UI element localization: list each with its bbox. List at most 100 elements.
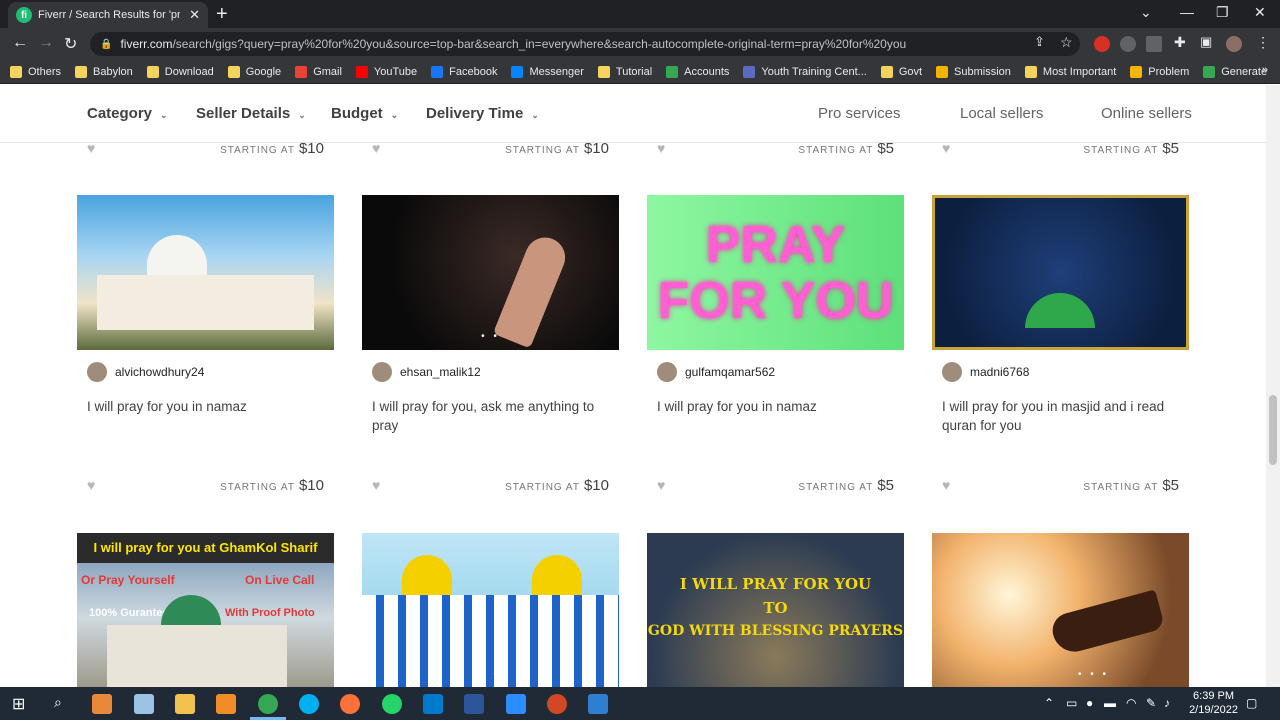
tray-device-icon[interactable]: ▭: [1066, 696, 1077, 710]
gig-thumbnail[interactable]: [932, 195, 1189, 350]
bookmark-item[interactable]: YouTube: [355, 65, 417, 78]
bookmark-item[interactable]: Download: [146, 65, 214, 78]
scrollbar-thumb[interactable]: [1269, 395, 1277, 465]
browser-tab[interactable]: fi Fiverr / Search Results for 'pray fo …: [8, 2, 208, 28]
avatar[interactable]: [942, 362, 962, 382]
filter-delivery-time[interactable]: Delivery Time ⌄: [426, 105, 539, 122]
tab-search-icon[interactable]: ⌄: [1140, 4, 1152, 21]
share-icon[interactable]: ⇪: [1034, 34, 1045, 50]
bookmark-item[interactable]: Most Important: [1024, 65, 1116, 78]
bookmark-star-icon[interactable]: ☆: [1060, 34, 1073, 51]
file-explorer-icon[interactable]: [175, 694, 195, 714]
skype-icon[interactable]: [299, 694, 319, 714]
gig-card[interactable]: • • ehsan_malik12 I will pray for you, ask…: [362, 195, 619, 515]
seller-name[interactable]: gulfamqamar562: [685, 365, 775, 379]
extension-circle-icon[interactable]: [1120, 36, 1136, 52]
back-icon[interactable]: ←: [12, 34, 28, 52]
powerpoint-icon[interactable]: [547, 694, 567, 714]
avatar[interactable]: [87, 362, 107, 382]
maximize-icon[interactable]: ❐: [1216, 4, 1229, 21]
forward-icon[interactable]: →: [38, 34, 54, 52]
close-window-icon[interactable]: ✕: [1254, 4, 1266, 21]
gig-card[interactable]: madni6768 I will pray for you in masjid a…: [932, 195, 1189, 515]
filter-budget[interactable]: Budget ⌄: [331, 105, 398, 122]
bookmark-item[interactable]: Submission: [936, 65, 1011, 78]
battery-icon[interactable]: ▬: [1104, 696, 1116, 710]
sublime-icon[interactable]: [216, 694, 236, 714]
reload-icon[interactable]: ↻: [64, 34, 77, 54]
bookmark-item[interactable]: Babylon: [75, 65, 133, 78]
gig-title[interactable]: I will pray for you in masjid and i read…: [942, 397, 1177, 435]
favorite-heart-icon[interactable]: ♥: [372, 477, 380, 493]
gig-thumbnail[interactable]: PRAY FOR YOU: [647, 195, 904, 350]
extension-red-icon[interactable]: [1094, 36, 1110, 52]
seller-info[interactable]: alvichowdhury24: [87, 362, 204, 382]
toggle-online-sellers[interactable]: Online sellers: [1101, 105, 1192, 122]
chrome-icon[interactable]: [258, 694, 278, 714]
bookmark-item[interactable]: Messenger: [511, 65, 584, 78]
profile-avatar[interactable]: [1226, 36, 1242, 52]
bookmark-item[interactable]: Google: [227, 65, 281, 78]
microphone-icon[interactable]: ●: [1086, 696, 1093, 710]
pen-icon[interactable]: ✎: [1146, 696, 1156, 710]
notifications-icon[interactable]: ▢: [1246, 696, 1257, 710]
filter-category[interactable]: Category ⌄: [87, 105, 168, 122]
app-icon[interactable]: [92, 694, 112, 714]
bookmark-item[interactable]: Accounts: [666, 65, 729, 78]
seller-name[interactable]: alvichowdhury24: [115, 365, 204, 379]
zoom-icon[interactable]: [506, 694, 526, 714]
windows-start-icon[interactable]: ⊞: [12, 694, 25, 714]
bookmark-item[interactable]: Youth Training Cent...: [743, 65, 867, 78]
carousel-dots[interactable]: • •: [362, 331, 619, 342]
word-icon[interactable]: [464, 694, 484, 714]
toggle-local-sellers[interactable]: Local sellers: [960, 105, 1043, 122]
bookmark-item[interactable]: Others: [10, 65, 61, 78]
gig-title[interactable]: I will pray for you in namaz: [87, 397, 322, 416]
seller-name[interactable]: madni6768: [970, 365, 1029, 379]
bookmark-item[interactable]: Facebook: [431, 65, 497, 78]
calculator-icon[interactable]: [588, 694, 608, 714]
carousel-dots[interactable]: • •: [362, 669, 619, 680]
gig-thumbnail[interactable]: I WILL PRAY FOR YOU TO GOD WITH BLESSING…: [647, 533, 904, 687]
favorite-heart-icon[interactable]: ♥: [87, 477, 95, 493]
system-clock[interactable]: 6:39 PM 2/19/2022: [1189, 689, 1238, 717]
new-tab-icon[interactable]: +: [216, 3, 228, 26]
page-scrollbar[interactable]: [1266, 85, 1280, 687]
filter-seller-details[interactable]: Seller Details ⌄: [196, 105, 306, 122]
extension-gray-icon[interactable]: [1146, 36, 1162, 52]
seller-info[interactable]: gulfamqamar562: [657, 362, 775, 382]
bookmark-item[interactable]: Problem: [1130, 65, 1189, 78]
carousel-dots[interactable]: • • •: [932, 669, 1189, 680]
url-field[interactable]: 🔒 fiverr.com/search/gigs?query=pray%20fo…: [90, 32, 1080, 56]
more-bookmarks-icon[interactable]: »: [1262, 64, 1268, 76]
seller-name[interactable]: ehsan_malik12: [400, 365, 481, 379]
notes-app-icon[interactable]: [134, 694, 154, 714]
firefox-icon[interactable]: [340, 694, 360, 714]
bookmark-item[interactable]: Govt: [880, 65, 922, 78]
gig-thumbnail[interactable]: • •: [362, 195, 619, 350]
colorful-mosque-image-icon[interactable]: • •: [362, 533, 619, 687]
bookmark-item[interactable]: Tutorial: [597, 65, 652, 78]
avatar[interactable]: [657, 362, 677, 382]
gig-title[interactable]: I will pray for you, ask me anything to …: [372, 397, 607, 435]
bookmark-item[interactable]: Generate: [1203, 65, 1267, 78]
toggle-pro-services[interactable]: Pro services: [818, 105, 901, 122]
volume-icon[interactable]: ♪: [1164, 696, 1170, 710]
gig-thumbnail[interactable]: I will pray for you at GhamKol Sharif Or…: [77, 533, 334, 687]
seller-info[interactable]: ehsan_malik12: [372, 362, 481, 382]
minimize-icon[interactable]: —: [1180, 4, 1194, 20]
search-icon[interactable]: ⌕: [54, 694, 62, 711]
vscode-icon[interactable]: [423, 694, 443, 714]
sunset-hands-image-icon[interactable]: • • •: [932, 533, 1189, 687]
avatar[interactable]: [372, 362, 392, 382]
gig-card[interactable]: alvichowdhury24 I will pray for you in na…: [77, 195, 334, 515]
favorite-heart-icon[interactable]: ♥: [657, 477, 665, 493]
sidepanel-icon[interactable]: ▣: [1200, 34, 1212, 50]
tray-chevron-icon[interactable]: ⌃: [1044, 696, 1054, 710]
favorite-heart-icon[interactable]: ♥: [942, 477, 950, 493]
extensions-puzzle-icon[interactable]: ✚: [1174, 34, 1186, 51]
bookmark-item[interactable]: Gmail: [295, 65, 342, 78]
gig-card[interactable]: PRAY FOR YOU gulfamqamar562 I will pray fo…: [647, 195, 904, 515]
chrome-menu-icon[interactable]: ⋮: [1256, 34, 1270, 51]
gig-title[interactable]: I will pray for you in namaz: [657, 397, 892, 416]
